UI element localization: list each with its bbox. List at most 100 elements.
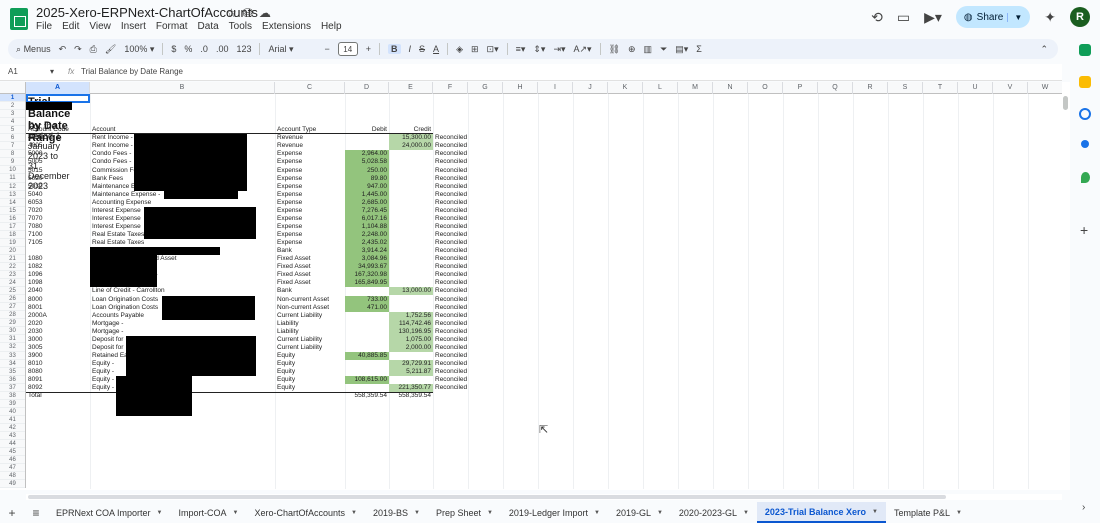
cell-account-type[interactable]: Fixed Asset xyxy=(277,263,311,271)
cell-account-type[interactable]: Liability xyxy=(277,328,299,336)
cell-debit[interactable]: 947.00 xyxy=(347,183,387,191)
row-header[interactable]: 18 xyxy=(0,231,25,239)
cell-credit[interactable]: 5,211.87 xyxy=(391,368,431,376)
cell-account-type[interactable]: Current Liability xyxy=(277,344,322,352)
cell-account-code[interactable]: 5040 xyxy=(28,191,42,199)
cell-account-type[interactable]: Expense xyxy=(277,239,302,247)
cell-status[interactable]: Reconciled xyxy=(435,247,467,255)
cell-debit[interactable]: 1,445.00 xyxy=(347,191,387,199)
version-history-icon[interactable]: ⟲ xyxy=(871,9,883,26)
cell-account-code[interactable]: 3000 xyxy=(28,336,42,344)
cell-account-type[interactable]: Liability xyxy=(277,320,299,328)
row-header[interactable]: 23 xyxy=(0,271,25,280)
name-box[interactable]: A1 ▾ xyxy=(8,67,58,76)
cell-status[interactable]: Reconciled xyxy=(435,175,467,183)
column-header-h[interactable]: H xyxy=(503,82,538,94)
tasks-icon[interactable] xyxy=(1079,108,1091,120)
row-header[interactable]: 33 xyxy=(0,352,25,360)
cell-credit[interactable]: 2,000.00 xyxy=(391,344,431,352)
cell-account-type[interactable]: Expense xyxy=(277,231,302,239)
decrease-decimal-button[interactable]: .0 xyxy=(200,44,208,54)
cell-credit[interactable]: 15,300.00 xyxy=(391,134,431,142)
cell-account-type[interactable]: Revenue xyxy=(277,142,303,150)
cell-account[interactable]: Deposit for xyxy=(92,344,123,352)
row-header[interactable]: 8 xyxy=(0,150,25,159)
text-wrapping-icon[interactable]: ⇥▾ xyxy=(553,44,565,55)
insert-link-icon[interactable]: ⛓ xyxy=(609,44,620,55)
cell-account[interactable]: Real Estate Taxes xyxy=(92,239,144,247)
cell-debit[interactable]: 3,084.96 xyxy=(347,255,387,263)
column-header-d[interactable]: D xyxy=(345,82,389,94)
cell-account-type[interactable]: Expense xyxy=(277,191,302,199)
gemini-icon[interactable]: ✦ xyxy=(1044,9,1056,26)
column-header-w[interactable]: W xyxy=(1028,82,1062,94)
cell-account-type[interactable]: Equity xyxy=(277,376,295,384)
meet-icon[interactable]: ▶▾ xyxy=(924,9,942,26)
column-header-i[interactable]: I xyxy=(538,82,573,94)
cell-account-code[interactable]: 8092 xyxy=(28,384,42,392)
cell-account-code[interactable]: 7080 xyxy=(28,223,42,231)
cell-account-code[interactable]: 5005 xyxy=(28,158,42,166)
cell-status[interactable]: Reconciled xyxy=(435,328,467,336)
insert-chart-icon[interactable]: ▥ xyxy=(644,44,653,55)
font-size-input[interactable]: 14 xyxy=(337,42,358,56)
cell-debit[interactable]: 471.00 xyxy=(347,304,387,312)
sheet-tab[interactable]: Xero-ChartOfAccounts ▼ xyxy=(246,502,365,523)
row-header[interactable]: 2 xyxy=(0,102,25,111)
cell-status[interactable]: Reconciled xyxy=(435,255,467,263)
tab-dropdown-icon[interactable]: ▼ xyxy=(414,510,420,516)
row-header[interactable]: 20 xyxy=(0,247,25,255)
formula-input[interactable]: Trial Balance by Date Range xyxy=(81,67,183,76)
column-header-b[interactable]: B xyxy=(90,82,275,94)
cell-account-code[interactable]: 6053 xyxy=(28,199,42,207)
cell-account-type[interactable]: Expense xyxy=(277,207,302,215)
collapse-toolbar-icon[interactable]: ⌃ xyxy=(1040,44,1048,55)
cell-account[interactable]: Maintenance Expense - xyxy=(92,191,160,199)
row-header[interactable]: 40 xyxy=(0,408,25,416)
cell-account-type[interactable]: Expense xyxy=(277,167,302,175)
cell-account-type[interactable]: Expense xyxy=(277,183,302,191)
cell-account[interactable]: Accounting Expense xyxy=(92,199,151,207)
cell-status[interactable]: Reconciled xyxy=(435,199,467,207)
add-sheet-icon[interactable]: + xyxy=(0,506,24,520)
row-header[interactable]: 37 xyxy=(0,384,25,392)
cell-status[interactable]: Reconciled xyxy=(435,336,467,344)
zoom-select[interactable]: 100% ▾ xyxy=(124,44,154,55)
cell-account-type[interactable]: Current Liability xyxy=(277,312,322,320)
bold-button[interactable]: B xyxy=(388,44,401,54)
name-box-dropdown-icon[interactable]: ▾ xyxy=(50,67,54,76)
tab-dropdown-icon[interactable]: ▼ xyxy=(872,509,878,515)
column-header-a[interactable]: A xyxy=(26,82,90,94)
column-header-s[interactable]: S xyxy=(888,82,923,94)
row-header[interactable]: 29 xyxy=(0,319,25,328)
cell-debit[interactable]: 250.00 xyxy=(347,167,387,175)
font-select[interactable]: Arial ▾ xyxy=(268,44,316,55)
spreadsheet-grid[interactable]: ABCDEFGHIJKLMNOPQRSTUVW 1 2 3 4 5 6 7 8 9 10 11 12 1… xyxy=(0,82,1062,490)
cell-status[interactable]: Reconciled xyxy=(435,320,467,328)
cell-status[interactable]: Reconciled xyxy=(435,263,467,271)
row-header[interactable]: 3 xyxy=(0,110,25,119)
cell-account[interactable]: Rent Income - xyxy=(92,142,133,150)
search-menus-button[interactable]: ⌕ Menus xyxy=(16,44,51,55)
horizontal-scroll-thumb[interactable] xyxy=(28,495,946,499)
horizontal-scrollbar[interactable] xyxy=(26,494,1062,500)
cell-debit[interactable]: 7,276.45 xyxy=(347,207,387,215)
cell-account-type[interactable]: Non-current Asset xyxy=(277,304,329,312)
cell-account-type[interactable]: Current Liability xyxy=(277,336,322,344)
menu-file[interactable]: File xyxy=(36,21,52,32)
row-header[interactable]: 15 xyxy=(0,207,25,215)
cell-debit[interactable]: 34,993.67 xyxy=(347,263,387,271)
row-header[interactable]: 5 xyxy=(0,126,25,135)
row-header[interactable]: 45 xyxy=(0,448,25,457)
total-credit[interactable]: 558,359.54 xyxy=(391,392,431,400)
cell-status[interactable]: Reconciled xyxy=(435,376,467,384)
cell-account-type[interactable]: Expense xyxy=(277,150,302,158)
cell-account-code[interactable]: 3005 xyxy=(28,344,42,352)
row-header[interactable]: 24 xyxy=(0,279,25,288)
row-header[interactable]: 32 xyxy=(0,343,25,352)
sheet-tab[interactable]: Prep Sheet ▼ xyxy=(428,502,501,523)
cell-credit[interactable]: 1,752.56 xyxy=(391,312,431,320)
header-account[interactable]: Account xyxy=(92,126,116,134)
column-header-o[interactable]: O xyxy=(748,82,783,94)
cell-status[interactable]: Reconciled xyxy=(435,296,467,304)
